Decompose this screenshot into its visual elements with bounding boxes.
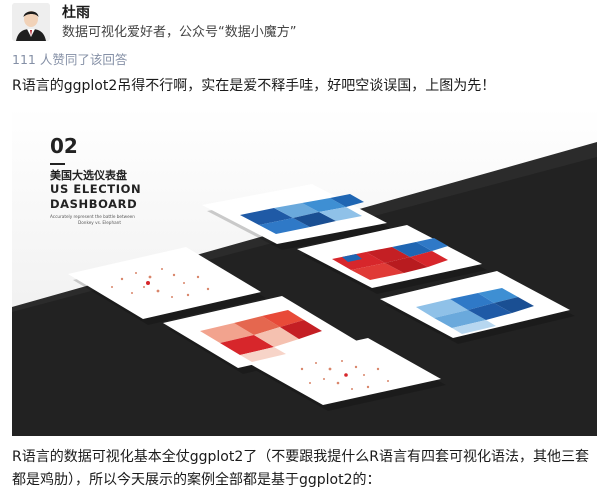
author-bio: 数据可视化爱好者，公众号“数据小魔方” xyxy=(62,25,297,40)
answer-paragraph: R语言的数据可视化基本全仗ggplot2了（不要跟我提什么R语言有四套可视化语法… xyxy=(12,449,589,488)
answer-image: 02 美国大选仪表盘 US ELECTION DASHBOARD Accurat… xyxy=(12,107,597,436)
figure-caption-1: Accurately represent the battle between xyxy=(50,214,135,219)
answer-author: 杜雨 数据可视化爱好者，公众号“数据小魔方” xyxy=(12,3,296,45)
figure-caption-2: Donkey vs. Elephant xyxy=(78,220,121,225)
figure-title-en-1: US ELECTION xyxy=(50,182,141,196)
author-name[interactable]: 杜雨 xyxy=(62,5,296,22)
avatar[interactable] xyxy=(12,3,50,41)
dashboard-illustration: 02 美国大选仪表盘 US ELECTION DASHBOARD Accurat… xyxy=(12,107,597,436)
figure-title-cn: 美国大选仪表盘 xyxy=(50,168,127,182)
figure-title-en-2: DASHBOARD xyxy=(50,197,137,211)
answer-paragraph: R语言的ggplot2吊得不行啊，实在是爱不释手哇，好吧空谈误国，上图为先！ xyxy=(12,78,496,94)
vote-count[interactable]: 111 人赞同了该回答 xyxy=(12,52,127,68)
figure-number: 02 xyxy=(50,134,78,158)
